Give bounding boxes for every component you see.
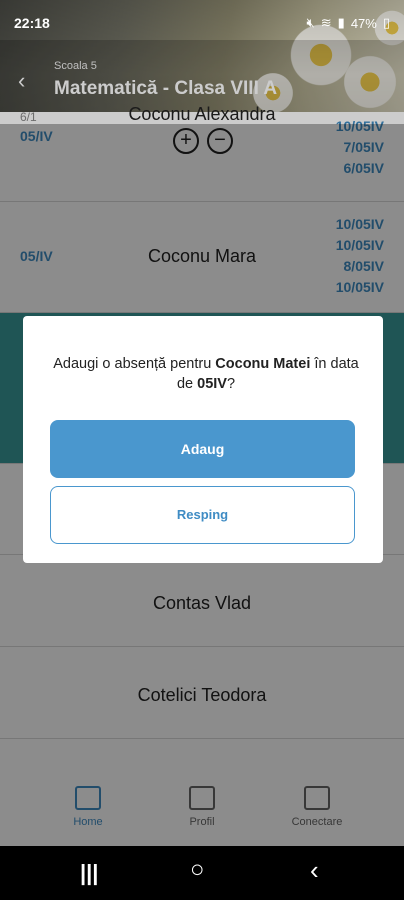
confirm-dialog: Adaugi o absență pentru Coconu Matei în … [23,316,383,563]
dialog-message: Adaugi o absență pentru Coconu Matei în … [51,354,361,394]
dialog-date: 05IV [197,376,227,392]
battery-icon: ▯ [382,15,390,30]
mute-icon: 🔇︎ [306,15,315,30]
status-bar: 22:18 🔇︎ ≋ ▮ 47% ▯ [0,0,404,40]
home-button[interactable]: ○ [190,856,205,884]
wifi-icon: ≋ [320,15,332,30]
add-button[interactable]: Adaug [50,420,355,478]
reject-button[interactable]: Resping [50,486,355,544]
dialog-text: Adaugi o absență pentru [53,356,216,372]
status-time: 22:18 [14,15,50,31]
dialog-text: ? [226,376,236,392]
signal-icon: ▮ [337,15,345,30]
header-scrim [0,40,404,124]
system-navigation-bar: ||| ○ ‹ [0,846,404,900]
back-nav-button[interactable]: ‹ [310,855,319,886]
dialog-student: Coconu Matei [215,356,311,372]
recent-apps-button[interactable]: ||| [80,860,98,886]
battery-percent: 47% [350,15,377,31]
